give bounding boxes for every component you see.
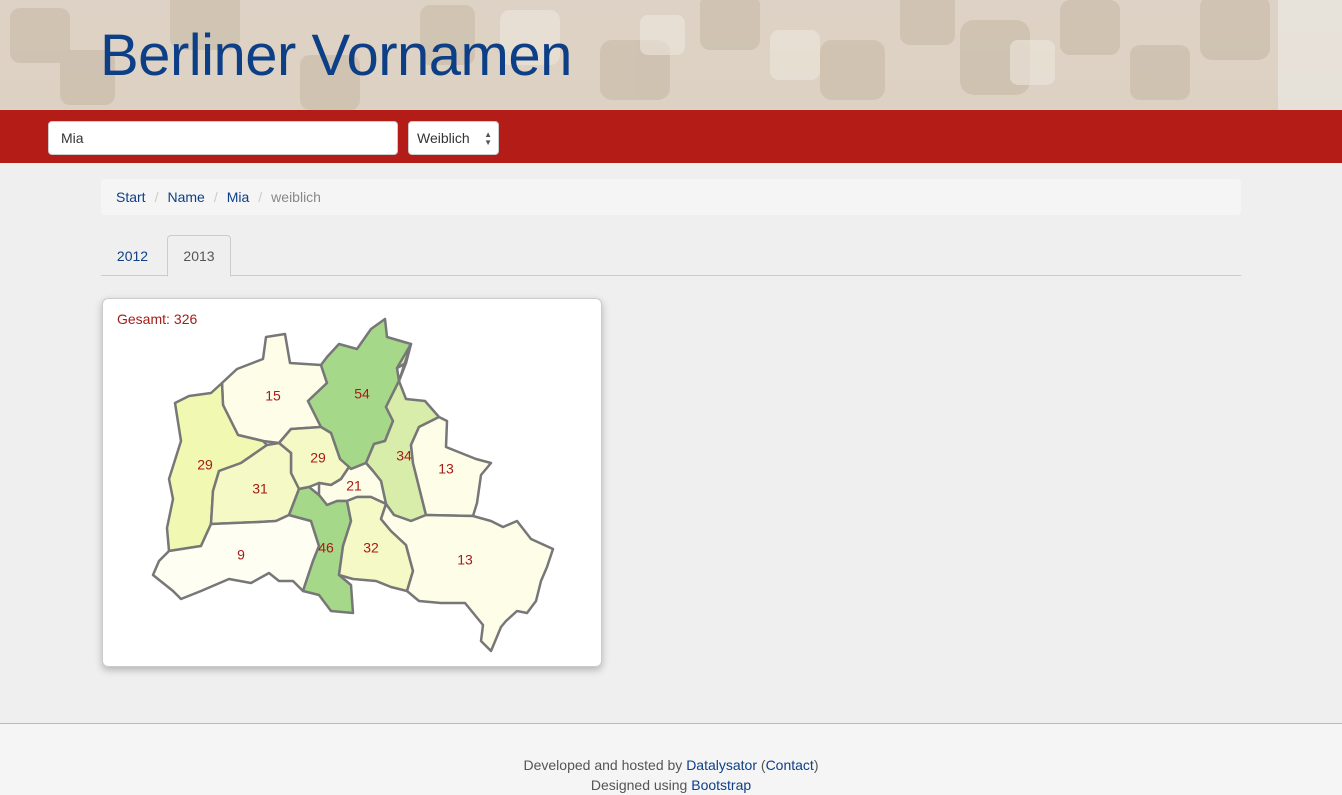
breadcrumb-separator: / bbox=[258, 189, 263, 205]
site-title[interactable]: Berliner Vornamen bbox=[100, 21, 572, 91]
paren-close: ) bbox=[813, 757, 819, 773]
footer-line-2: Designed using Bootstrap bbox=[0, 777, 1342, 793]
datalysator-link[interactable]: Datalysator bbox=[686, 757, 757, 773]
district-label: 15 bbox=[265, 388, 281, 404]
district-label: 13 bbox=[457, 552, 473, 568]
breadcrumb-separator: / bbox=[154, 189, 159, 205]
tab-2012[interactable]: 2012 bbox=[101, 235, 164, 276]
header-banner: Berliner Vornamen bbox=[0, 0, 1342, 110]
footer-designed-text: Designed using bbox=[590, 777, 688, 793]
breadcrumb-name[interactable]: Name bbox=[167, 189, 204, 205]
footer: Developed and hosted by Datalysator (Con… bbox=[0, 723, 1342, 795]
district-label: 13 bbox=[438, 461, 454, 477]
district-label: 29 bbox=[310, 450, 326, 466]
breadcrumb-start[interactable]: Start bbox=[116, 189, 146, 205]
footer-line-1: Developed and hosted by Datalysator (Con… bbox=[0, 757, 1342, 773]
contact-link[interactable]: Contact bbox=[766, 757, 814, 773]
breadcrumb: Start / Name / Mia / weiblich bbox=[101, 179, 1241, 215]
select-arrows-icon: ▲ ▼ bbox=[484, 130, 492, 147]
breadcrumb-separator: / bbox=[213, 189, 218, 205]
district-label: 9 bbox=[237, 547, 245, 563]
breadcrumb-mia[interactable]: Mia bbox=[227, 189, 250, 205]
breadcrumb-current: weiblich bbox=[271, 189, 321, 205]
year-tabs: 2012 2013 bbox=[101, 235, 1241, 277]
district-label: 46 bbox=[318, 540, 334, 556]
gender-select-value: Weiblich bbox=[417, 130, 470, 146]
district-label: 34 bbox=[396, 448, 412, 464]
berlin-district-map: 15 54 29 29 34 13 31 21 9 46 32 13 bbox=[151, 317, 555, 653]
gender-select[interactable]: Weiblich ▲ ▼ bbox=[408, 121, 499, 155]
district-label: 21 bbox=[346, 478, 362, 494]
tab-2013[interactable]: 2013 bbox=[167, 235, 231, 277]
district-label: 54 bbox=[354, 386, 370, 402]
bootstrap-link[interactable]: Bootstrap bbox=[691, 777, 751, 793]
name-search-input[interactable] bbox=[48, 121, 398, 155]
district-label: 31 bbox=[252, 481, 268, 497]
district-label: 29 bbox=[197, 457, 213, 473]
district-label: 32 bbox=[363, 540, 379, 556]
map-card: Gesamt: 326 15 54 29 29 34 13 31 21 9 46 … bbox=[102, 298, 602, 667]
footer-developed-text: Developed and hosted by bbox=[523, 757, 683, 773]
